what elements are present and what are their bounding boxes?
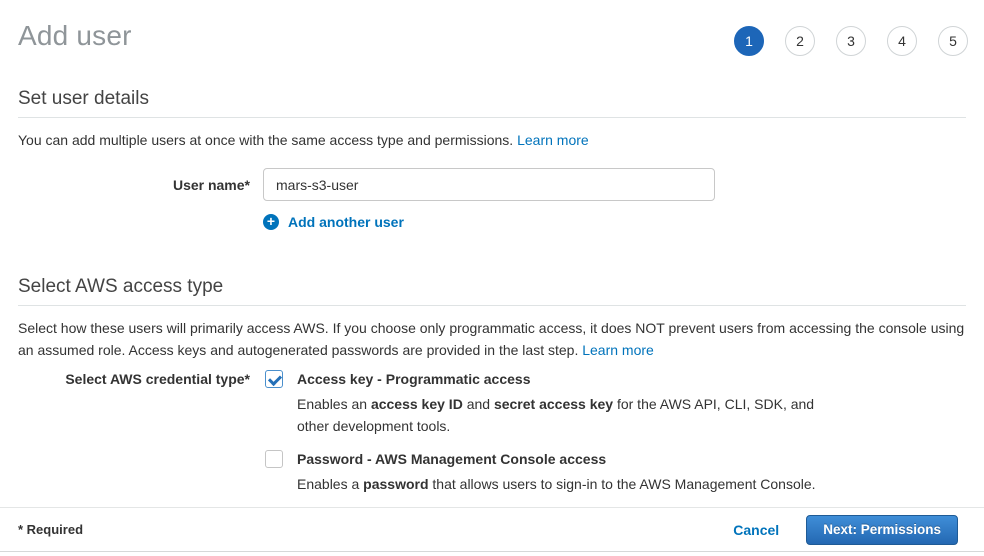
select-access-type-heading: Select AWS access type (18, 276, 966, 306)
user-name-field-wrap (263, 168, 715, 201)
step-indicator-3: 3 (836, 26, 866, 56)
password-option-body: Password - AWS Management Console access… (297, 450, 816, 495)
user-details-intro: You can add multiple users at once with … (18, 129, 966, 151)
access-key-option-title: Access key - Programmatic access (297, 370, 829, 388)
password-checkbox[interactable] (265, 450, 283, 468)
user-name-label: User name* (18, 176, 250, 193)
step-indicator-4: 4 (887, 26, 917, 56)
desc-text: Enables an (297, 396, 371, 412)
plus-circle-icon: + (263, 214, 279, 230)
wizard-step-indicators: 1 2 3 4 5 (734, 26, 968, 56)
add-another-user-label: Add another user (288, 214, 404, 230)
user-name-input[interactable] (263, 168, 715, 201)
set-user-details-section: Set user details You can add multiple us… (18, 88, 966, 230)
access-type-intro: Select how these users will primarily ac… (18, 317, 966, 361)
desc-text: Enables a (297, 476, 363, 492)
step-indicator-2: 2 (785, 26, 815, 56)
access-key-option-body: Access key - Programmatic access Enables… (297, 370, 829, 437)
step-indicator-1: 1 (734, 26, 764, 56)
next-permissions-button[interactable]: Next: Permissions (806, 515, 958, 545)
credential-type-label: Select AWS credential type* (18, 370, 250, 387)
desc-bold: access key ID (371, 396, 463, 412)
step-indicator-5: 5 (938, 26, 968, 56)
wizard-header: Add user 1 2 3 4 5 (0, 0, 984, 52)
access-key-option-desc: Enables an access key ID and secret acce… (297, 393, 829, 437)
learn-more-link-access-type[interactable]: Learn more (582, 342, 654, 358)
password-option-title: Password - AWS Management Console access (297, 450, 816, 468)
password-option-desc: Enables a password that allows users to … (297, 473, 816, 495)
access-type-intro-text: Select how these users will primarily ac… (18, 320, 964, 358)
select-access-type-section: Select AWS access type Select how these … (18, 276, 966, 495)
footer-actions: Cancel Next: Permissions (733, 515, 958, 545)
wizard-footer: * Required Cancel Next: Permissions (0, 507, 984, 552)
learn-more-link-user-details[interactable]: Learn more (517, 132, 589, 148)
desc-text: and (463, 396, 494, 412)
add-another-user-button[interactable]: + Add another user (263, 214, 966, 230)
credential-type-row: Select AWS credential type* Access key -… (18, 370, 966, 495)
cancel-button[interactable]: Cancel (733, 522, 779, 538)
desc-bold: secret access key (494, 396, 613, 412)
desc-text: that allows users to sign-in to the AWS … (429, 476, 816, 492)
access-key-checkbox[interactable] (265, 370, 283, 388)
user-details-intro-text: You can add multiple users at once with … (18, 132, 513, 148)
set-user-details-heading: Set user details (18, 88, 966, 118)
access-key-option: Access key - Programmatic access Enables… (265, 370, 829, 437)
required-note: * Required (18, 522, 83, 537)
password-option: Password - AWS Management Console access… (265, 450, 829, 495)
desc-bold: password (363, 476, 428, 492)
wizard-content: Set user details You can add multiple us… (0, 88, 984, 495)
user-name-row: User name* (18, 168, 966, 201)
add-user-wizard: Add user 1 2 3 4 5 Set user details You … (0, 0, 984, 556)
credential-options: Access key - Programmatic access Enables… (265, 370, 829, 495)
